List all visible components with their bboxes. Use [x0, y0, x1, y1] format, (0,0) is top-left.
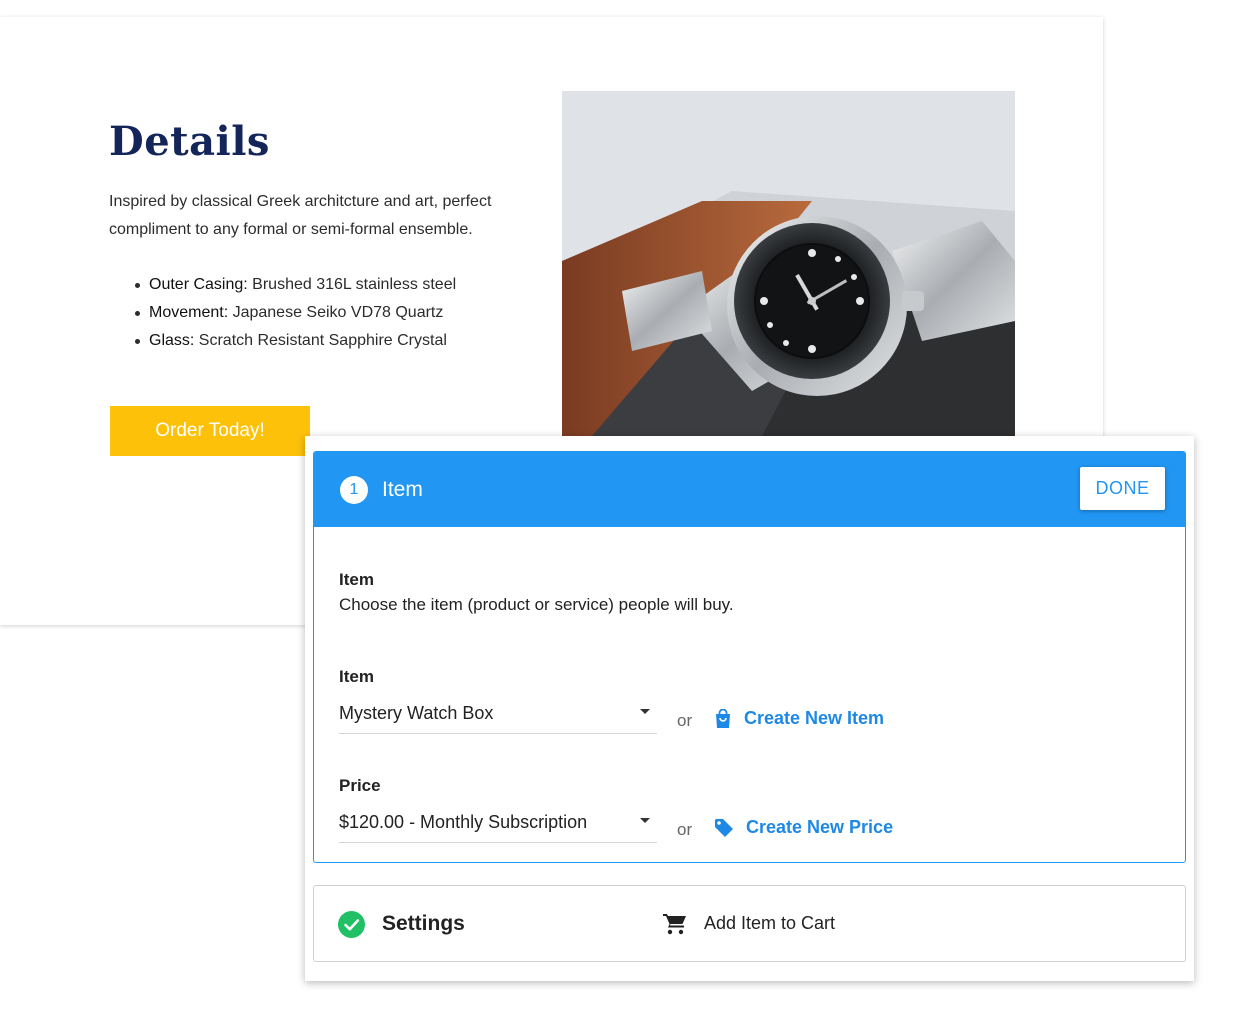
create-new-price-link[interactable]: Create New Price — [714, 817, 893, 838]
price-select[interactable]: $120.00 - Monthly Subscription — [339, 808, 657, 843]
details-title: Details — [109, 118, 270, 165]
item-section-heading: Item — [339, 570, 374, 589]
item-select-value: Mystery Watch Box — [339, 703, 494, 723]
feature-label: Glass: — [149, 332, 195, 349]
price-or-text: or — [677, 820, 693, 839]
details-description: Inspired by classical Greek architcture … — [109, 193, 492, 238]
feature-value: Scratch Resistant Sapphire Crystal — [194, 332, 447, 349]
settings-step-panel[interactable]: Settings Add Item to Cart — [313, 885, 1186, 962]
feature-label: Outer Casing: — [149, 276, 248, 293]
item-field-label: Item — [339, 667, 374, 686]
item-section-description: Choose the item (product or service) peo… — [339, 595, 734, 614]
feature-value: Japanese Seiko VD78 Quartz — [228, 304, 444, 321]
settings-step-title: Settings — [382, 912, 465, 935]
item-step-title: Item — [382, 478, 423, 501]
create-new-item-link[interactable]: Create New Item — [714, 708, 884, 729]
item-step-header: 1 Item DONE — [314, 452, 1185, 527]
feature-list: Outer Casing: Brushed 316L stainless ste… — [135, 271, 549, 355]
chevron-down-icon — [640, 818, 650, 823]
shopping-bag-icon — [716, 708, 730, 728]
chevron-down-icon — [640, 709, 650, 714]
done-button[interactable]: DONE — [1080, 467, 1165, 510]
feature-item: Movement: Japanese Seiko VD78 Quartz — [135, 299, 549, 327]
price-field-label: Price — [339, 776, 381, 795]
funnel-step-builder: 1 Item DONE Item Choose the item (produc… — [305, 436, 1194, 981]
add-item-to-cart-label: Add Item to Cart — [704, 913, 836, 933]
create-new-price-label: Create New Price — [746, 817, 894, 837]
item-or-text: or — [677, 711, 693, 730]
item-select[interactable]: Mystery Watch Box — [339, 699, 657, 734]
price-select-value: $120.00 - Monthly Subscription — [339, 812, 588, 832]
watch-photo — [562, 91, 1015, 436]
cart-icon — [663, 914, 686, 935]
feature-item: Outer Casing: Brushed 316L stainless ste… — [135, 271, 549, 299]
create-new-item-label: Create New Item — [744, 708, 885, 728]
check-circle-icon — [338, 911, 365, 938]
feature-value: Brushed 316L stainless steel — [247, 276, 457, 293]
feature-label: Movement: — [149, 304, 229, 321]
step-number-badge: 1 — [340, 476, 368, 504]
order-today-button[interactable]: Order Today! — [110, 406, 310, 456]
price-tag-icon — [715, 818, 733, 837]
item-step-panel: 1 Item DONE Item Choose the item (produc… — [313, 451, 1186, 863]
watch-illustration — [562, 91, 1015, 436]
feature-item: Glass: Scratch Resistant Sapphire Crysta… — [135, 327, 549, 355]
